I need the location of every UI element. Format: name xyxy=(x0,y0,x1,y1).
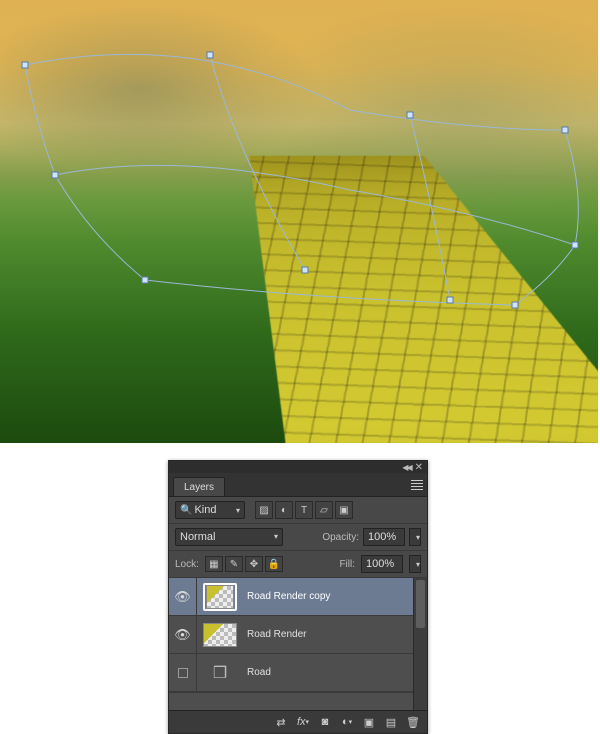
opacity-input[interactable]: 100% xyxy=(363,528,405,546)
delete-layer-icon[interactable]: 🗑 xyxy=(403,714,423,730)
layer-name[interactable]: Road xyxy=(243,667,271,678)
filter-adjustment-icon[interactable]: ◐ xyxy=(275,501,293,519)
filter-pixel-icon[interactable]: ▨ xyxy=(255,501,273,519)
layers-panel: ◀◀ ✕ Layers 🔍 Kind ▾ ▨ ◐ T ▱ ▣ Normal ▾ … xyxy=(168,460,428,734)
opacity-slider-toggle[interactable]: ▾ xyxy=(409,528,421,546)
new-layer-icon[interactable]: ▤ xyxy=(381,714,401,730)
layer-name[interactable]: Road Render xyxy=(243,629,306,640)
chevron-down-icon: ▾ xyxy=(412,533,420,542)
fill-label: Fill: xyxy=(339,559,355,570)
panel-titlebar: ◀◀ ✕ xyxy=(169,461,427,473)
chevron-down-icon: ▾ xyxy=(232,506,240,515)
lock-label: Lock: xyxy=(175,559,199,570)
search-icon: 🔍 xyxy=(180,505,192,516)
layer-row[interactable]: 👁 Road Render xyxy=(169,616,427,654)
blend-mode-value: Normal xyxy=(180,531,215,543)
link-layers-icon[interactable]: ⇄ xyxy=(271,714,291,730)
tab-layers[interactable]: Layers xyxy=(173,477,225,496)
filter-row: 🔍 Kind ▾ ▨ ◐ T ▱ ▣ xyxy=(169,497,427,524)
layer-row[interactable]: ❒ Road xyxy=(169,654,427,692)
add-mask-icon[interactable]: ◙ xyxy=(315,714,335,730)
scrollbar-thumb[interactable] xyxy=(416,580,425,628)
filter-label: Kind xyxy=(194,504,216,516)
lock-transparency-icon[interactable]: ▦ xyxy=(205,556,223,572)
close-panel-icon[interactable]: ✕ xyxy=(415,462,423,473)
blend-opacity-row: Normal ▾ Opacity: 100% ▾ xyxy=(169,524,427,551)
layer-name[interactable]: Road Render copy xyxy=(243,591,330,602)
filter-type-icon[interactable]: T xyxy=(295,501,313,519)
layer-thumbnail[interactable] xyxy=(203,621,237,649)
panel-tabs: Layers xyxy=(169,473,427,497)
visibility-toggle[interactable] xyxy=(169,654,197,691)
layers-empty-area xyxy=(169,692,427,710)
blend-mode-select[interactable]: Normal ▾ xyxy=(175,528,283,546)
cube-3d-icon: ❒ xyxy=(213,663,227,683)
collapse-panel-icon[interactable]: ◀◀ xyxy=(402,463,410,472)
lock-paint-icon[interactable]: ✎ xyxy=(225,556,243,572)
opacity-label: Opacity: xyxy=(322,532,359,543)
chevron-down-icon: ▾ xyxy=(412,560,420,569)
lock-fill-row: Lock: ▦ ✎ ✥ 🔒 Fill: 100% ▾ xyxy=(169,551,427,578)
fill-slider-toggle[interactable]: ▾ xyxy=(409,555,421,573)
new-adjustment-icon[interactable]: ◐▾ xyxy=(337,714,357,730)
chevron-down-icon: ▾ xyxy=(270,532,278,541)
visibility-toggle[interactable]: 👁 xyxy=(169,616,197,653)
filter-type-select[interactable]: 🔍 Kind ▾ xyxy=(175,501,245,519)
visibility-toggle[interactable]: 👁 xyxy=(169,578,197,615)
eye-icon: 👁 xyxy=(174,589,191,605)
panel-menu-button[interactable] xyxy=(411,478,423,492)
fx-icon[interactable]: fx▾ xyxy=(293,714,313,730)
layers-bottom-toolbar: ⇄ fx▾ ◙ ◐▾ ▣ ▤ 🗑 xyxy=(169,710,427,733)
layer-thumbnail[interactable] xyxy=(203,583,237,611)
scrollbar[interactable] xyxy=(413,578,427,710)
document-canvas[interactable] xyxy=(0,0,598,443)
fill-input[interactable]: 100% xyxy=(361,555,403,573)
layer-thumbnail[interactable]: ❒ xyxy=(203,659,237,687)
filter-type-buttons: ▨ ◐ T ▱ ▣ xyxy=(255,501,353,519)
filter-smartobject-icon[interactable]: ▣ xyxy=(335,501,353,519)
eye-icon: 👁 xyxy=(174,627,191,643)
lock-all-icon[interactable]: 🔒 xyxy=(265,556,283,572)
layer-row[interactable]: 👁 Road Render copy xyxy=(169,578,427,616)
new-group-icon[interactable]: ▣ xyxy=(359,714,379,730)
filter-shape-icon[interactable]: ▱ xyxy=(315,501,333,519)
lock-position-icon[interactable]: ✥ xyxy=(245,556,263,572)
layers-list: 👁 Road Render copy 👁 Road Render ❒ Road xyxy=(169,578,427,710)
